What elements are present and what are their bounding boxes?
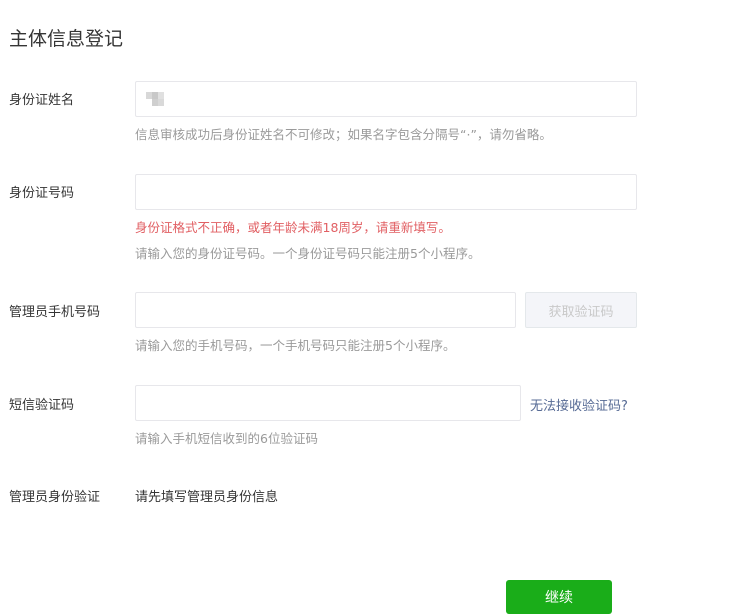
phone-label: 管理员手机号码	[9, 305, 101, 320]
name-input[interactable]	[135, 81, 637, 117]
phone-input[interactable]	[135, 292, 516, 328]
id-number-label: 身份证号码	[9, 186, 75, 201]
sms-tip: 请输入手机短信收到的6位验证码	[135, 431, 318, 446]
name-label: 身份证姓名	[9, 93, 75, 108]
id-number-error: 身份证格式不正确，或者年龄未满18周岁，请重新填写。	[135, 220, 451, 235]
cannot-receive-code-link[interactable]: 无法接收验证码?	[530, 395, 628, 414]
page-title: 主体信息登记	[9, 28, 124, 50]
get-code-button[interactable]: 获取验证码	[525, 292, 637, 328]
id-number-input[interactable]	[135, 174, 637, 210]
admin-verify-text: 请先填写管理员身份信息	[135, 490, 279, 505]
blurred-name-value	[146, 92, 170, 106]
id-number-tip: 请输入您的身份证号码。一个身份证号码只能注册5个小程序。	[135, 246, 481, 261]
sms-code-input[interactable]	[135, 385, 521, 421]
admin-verify-label: 管理员身份验证	[9, 490, 101, 505]
phone-tip: 请输入您的手机号码，一个手机号码只能注册5个小程序。	[135, 338, 456, 353]
sms-label: 短信验证码	[9, 398, 75, 413]
name-tip: 信息审核成功后身份证姓名不可修改；如果名字包含分隔号“·”，请勿省略。	[135, 127, 552, 142]
